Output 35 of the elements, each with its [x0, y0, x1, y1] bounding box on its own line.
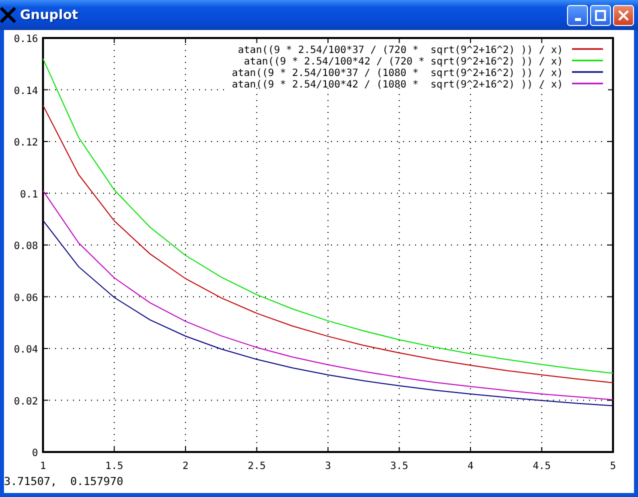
maximize-button[interactable]	[590, 4, 611, 26]
y-tick-label: 0.08	[14, 241, 38, 252]
legend-line	[572, 60, 603, 62]
x-tick-label: 3.5	[390, 461, 408, 472]
legend-line	[572, 71, 603, 73]
x-tick-label: 3	[324, 461, 332, 472]
y-tick-label: 0.02	[14, 396, 38, 408]
legend-label: atan((9 * 2.54/100*42 / (720 * sqrt(9^2+16^2) )) / x)	[244, 56, 563, 68]
app-icon	[0, 7, 16, 23]
y-tick-label: 0.16	[14, 34, 38, 45]
x-tick-label: 5	[610, 461, 616, 472]
x-tick-label: 1	[40, 461, 46, 472]
legend-line	[572, 48, 603, 50]
close-icon	[618, 10, 629, 20]
x-tick-label: 2.5	[248, 461, 266, 472]
y-tick-label: 0.12	[14, 138, 38, 148]
maximize-icon	[595, 10, 606, 20]
y-tick-label: 0	[32, 448, 38, 459]
window-title: Gnuplot	[20, 8, 80, 22]
minimize-button[interactable]	[567, 4, 588, 26]
y-tick-label: 0.14	[14, 86, 38, 97]
y-tick-label: 0.06	[14, 292, 38, 304]
legend-label: atan((9 * 2.54/100*37 / (720 * sqrt(9^2+16^2) )) / x)	[238, 45, 563, 56]
cursor-coordinates: 3.71507, 0.157970	[4, 474, 124, 489]
x-tick-label: 1.5	[105, 461, 124, 472]
legend-label: atan((9 * 2.54/100*42 / (1080 * sqrt(9^2+16^2) )) / x)	[232, 80, 563, 90]
x-tick-label: 2	[182, 461, 189, 472]
minimize-icon	[574, 18, 580, 20]
x-tick-label: 4	[467, 461, 474, 472]
legend-label: atan((9 * 2.54/100*37 / (1080 * sqrt(9^2+16^2) )) / x)	[232, 68, 563, 79]
x-tick-label: 4.5	[532, 461, 551, 472]
y-tick-label: 0.1	[20, 189, 38, 200]
legend-line	[572, 82, 603, 84]
y-tick-label: 0.04	[14, 344, 38, 356]
close-button[interactable]	[613, 4, 634, 26]
